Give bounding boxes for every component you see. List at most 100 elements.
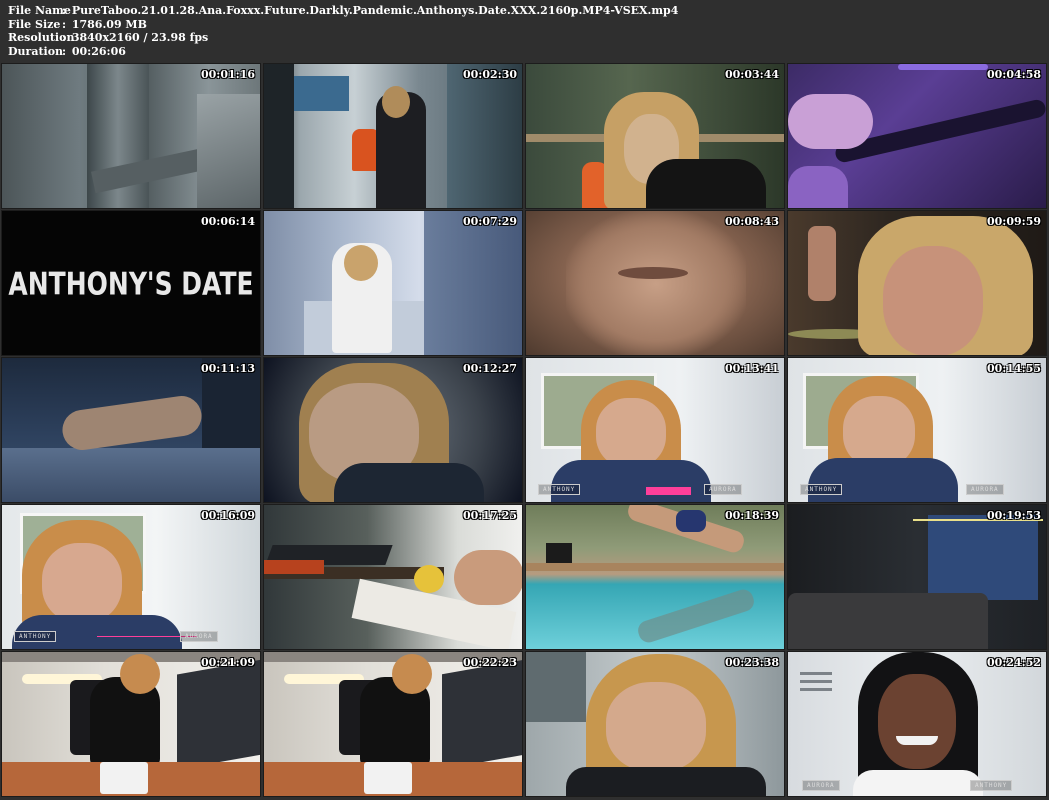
thumbnail-scene <box>447 64 522 208</box>
thumbnail-scene <box>59 393 205 453</box>
thumbnail-scene <box>800 672 832 675</box>
duration-value: 00:26:06 <box>71 44 126 58</box>
timestamp: 00:19:53 <box>986 509 1041 522</box>
thumbnail-scene <box>526 652 586 722</box>
separator: : <box>61 17 67 31</box>
file-name-label: File Name <box>8 4 71 17</box>
video-thumbnail[interactable]: 00:18:39 <box>525 504 785 650</box>
video-thumbnail[interactable]: 00:07:29 <box>263 210 523 356</box>
thumbnail-scene <box>2 448 260 502</box>
timestamp: 00:03:44 <box>724 68 779 81</box>
timestamp: 00:07:29 <box>462 215 517 228</box>
video-thumbnail[interactable]: 00:17:25 <box>263 504 523 650</box>
file-name-row: File Name: PureTaboo.21.01.28.Ana.Foxxx.… <box>8 4 678 18</box>
video-thumbnail[interactable]: ANTHONY AURORA 00:14:55 <box>787 357 1047 503</box>
timestamp: 00:21:09 <box>200 656 255 669</box>
title-card-text: ANTHONY'S DATE <box>8 264 254 302</box>
thumbnail-scene <box>177 659 260 770</box>
thumbnail-scene <box>800 680 832 683</box>
file-name-value: PureTaboo.21.01.28.Ana.Foxxx.Future.Dark… <box>71 4 679 17</box>
thumbnail-scene <box>566 767 766 796</box>
separator: : <box>61 31 67 44</box>
timestamp: 00:12:27 <box>462 362 517 375</box>
timestamp: 00:17:25 <box>462 509 517 522</box>
thumbnail-scene <box>264 560 324 574</box>
thumbnail-scene <box>928 515 1038 600</box>
thumbnail-scene <box>606 682 706 772</box>
thumbnail-scene <box>878 674 956 769</box>
thumbnail-scene <box>334 463 484 502</box>
duration-row: Duration: 00:26:06 <box>8 45 126 59</box>
video-thumbnail[interactable]: 00:09:59 <box>787 210 1047 356</box>
file-size-row: File Size: 1786.09 MB <box>8 18 147 32</box>
thumbnail-scene <box>676 510 706 532</box>
video-thumbnail[interactable]: ANTHONY AURORA 00:13:41 <box>525 357 785 503</box>
resolution-label: Resolution <box>8 31 75 44</box>
timestamp: 00:08:43 <box>724 215 779 228</box>
thumbnail-scene <box>197 94 260 208</box>
timestamp: 00:04:58 <box>986 68 1041 81</box>
thumbnail-scene <box>808 458 958 502</box>
thumbnail-scene <box>364 762 412 794</box>
video-thumbnail[interactable]: 00:04:58 <box>787 63 1047 209</box>
hud-name-label: ANTHONY <box>800 484 843 495</box>
thumbnail-scene <box>800 688 832 691</box>
video-thumbnail[interactable]: 00:12:27 <box>263 357 523 503</box>
thumbnail-scene <box>42 543 122 623</box>
thumbnail-scene <box>896 736 938 745</box>
hud-name-label: ANTHONY <box>970 780 1013 791</box>
timestamp: 00:16:09 <box>200 509 255 522</box>
thumbnail-scene <box>788 94 873 149</box>
thumbnail-scene <box>566 211 746 355</box>
video-thumbnail[interactable]: AURORA ANTHONY 00:24:52 <box>787 651 1047 797</box>
video-thumbnail[interactable]: 00:08:43 <box>525 210 785 356</box>
video-thumbnail[interactable]: 00:21:09 <box>1 651 261 797</box>
thumbnail-scene <box>646 487 691 495</box>
hud-name-label: AURORA <box>802 780 840 791</box>
timestamp: 00:22:23 <box>462 656 517 669</box>
thumbnail-scene <box>853 770 983 796</box>
video-thumbnail[interactable]: 00:19:53 <box>787 504 1047 650</box>
thumbnail-scene <box>100 762 148 794</box>
timestamp: 00:11:13 <box>200 362 255 375</box>
hud-name-label: AURORA <box>180 631 218 642</box>
timestamp: 00:18:39 <box>724 509 779 522</box>
thumbnail-scene <box>294 76 349 111</box>
thumbnail-scene <box>635 586 757 646</box>
hud-name-label: AURORA <box>704 484 742 495</box>
timestamp: 00:02:30 <box>462 68 517 81</box>
resolution-value: 3840x2160 / 23.98 fps <box>71 31 209 44</box>
thumbnail-scene <box>898 64 988 70</box>
video-thumbnail[interactable]: 00:02:30 <box>263 63 523 209</box>
thumbnail-scene <box>414 565 444 593</box>
video-thumbnail[interactable]: 00:22:23 <box>263 651 523 797</box>
timestamp: 00:24:52 <box>986 656 1041 669</box>
thumbnail-scene <box>120 654 160 694</box>
thumbnail-scene <box>442 659 522 770</box>
video-thumbnail[interactable]: ANTHONY'S DATE 00:06:14 <box>1 210 261 356</box>
thumbnail-scene <box>788 593 988 649</box>
thumbnail-scene <box>344 245 378 281</box>
file-size-label: File Size <box>8 17 61 31</box>
video-thumbnail[interactable]: 00:03:44 <box>525 63 785 209</box>
video-thumbnail[interactable]: 00:23:38 <box>525 651 785 797</box>
thumbnail-scene <box>788 166 848 208</box>
file-size-value: 1786.09 MB <box>71 17 147 31</box>
thumbnail-scene <box>618 267 688 279</box>
timestamp: 00:14:55 <box>986 362 1041 375</box>
timestamp: 00:06:14 <box>200 215 255 228</box>
video-thumbnail[interactable]: 00:11:13 <box>1 357 261 503</box>
hud-name-label: ANTHONY <box>14 631 57 642</box>
resolution-row: Resolution: 3840x2160 / 23.98 fps <box>8 31 208 45</box>
thumbnail-scene <box>424 211 522 355</box>
thumbnail-scene <box>454 550 522 605</box>
hud-name-label: AURORA <box>966 484 1004 495</box>
thumbnail-scene <box>808 226 836 301</box>
thumbnail-scene <box>551 460 711 502</box>
thumbnail-scene <box>264 64 294 208</box>
video-thumbnail[interactable]: ANTHONY AURORA 00:16:09 <box>1 504 261 650</box>
file-info-header: File Name: PureTaboo.21.01.28.Ana.Foxxx.… <box>0 0 1049 62</box>
video-thumbnail[interactable]: 00:01:16 <box>1 63 261 209</box>
timestamp: 00:23:38 <box>724 656 779 669</box>
thumbnail-scene <box>646 159 766 208</box>
